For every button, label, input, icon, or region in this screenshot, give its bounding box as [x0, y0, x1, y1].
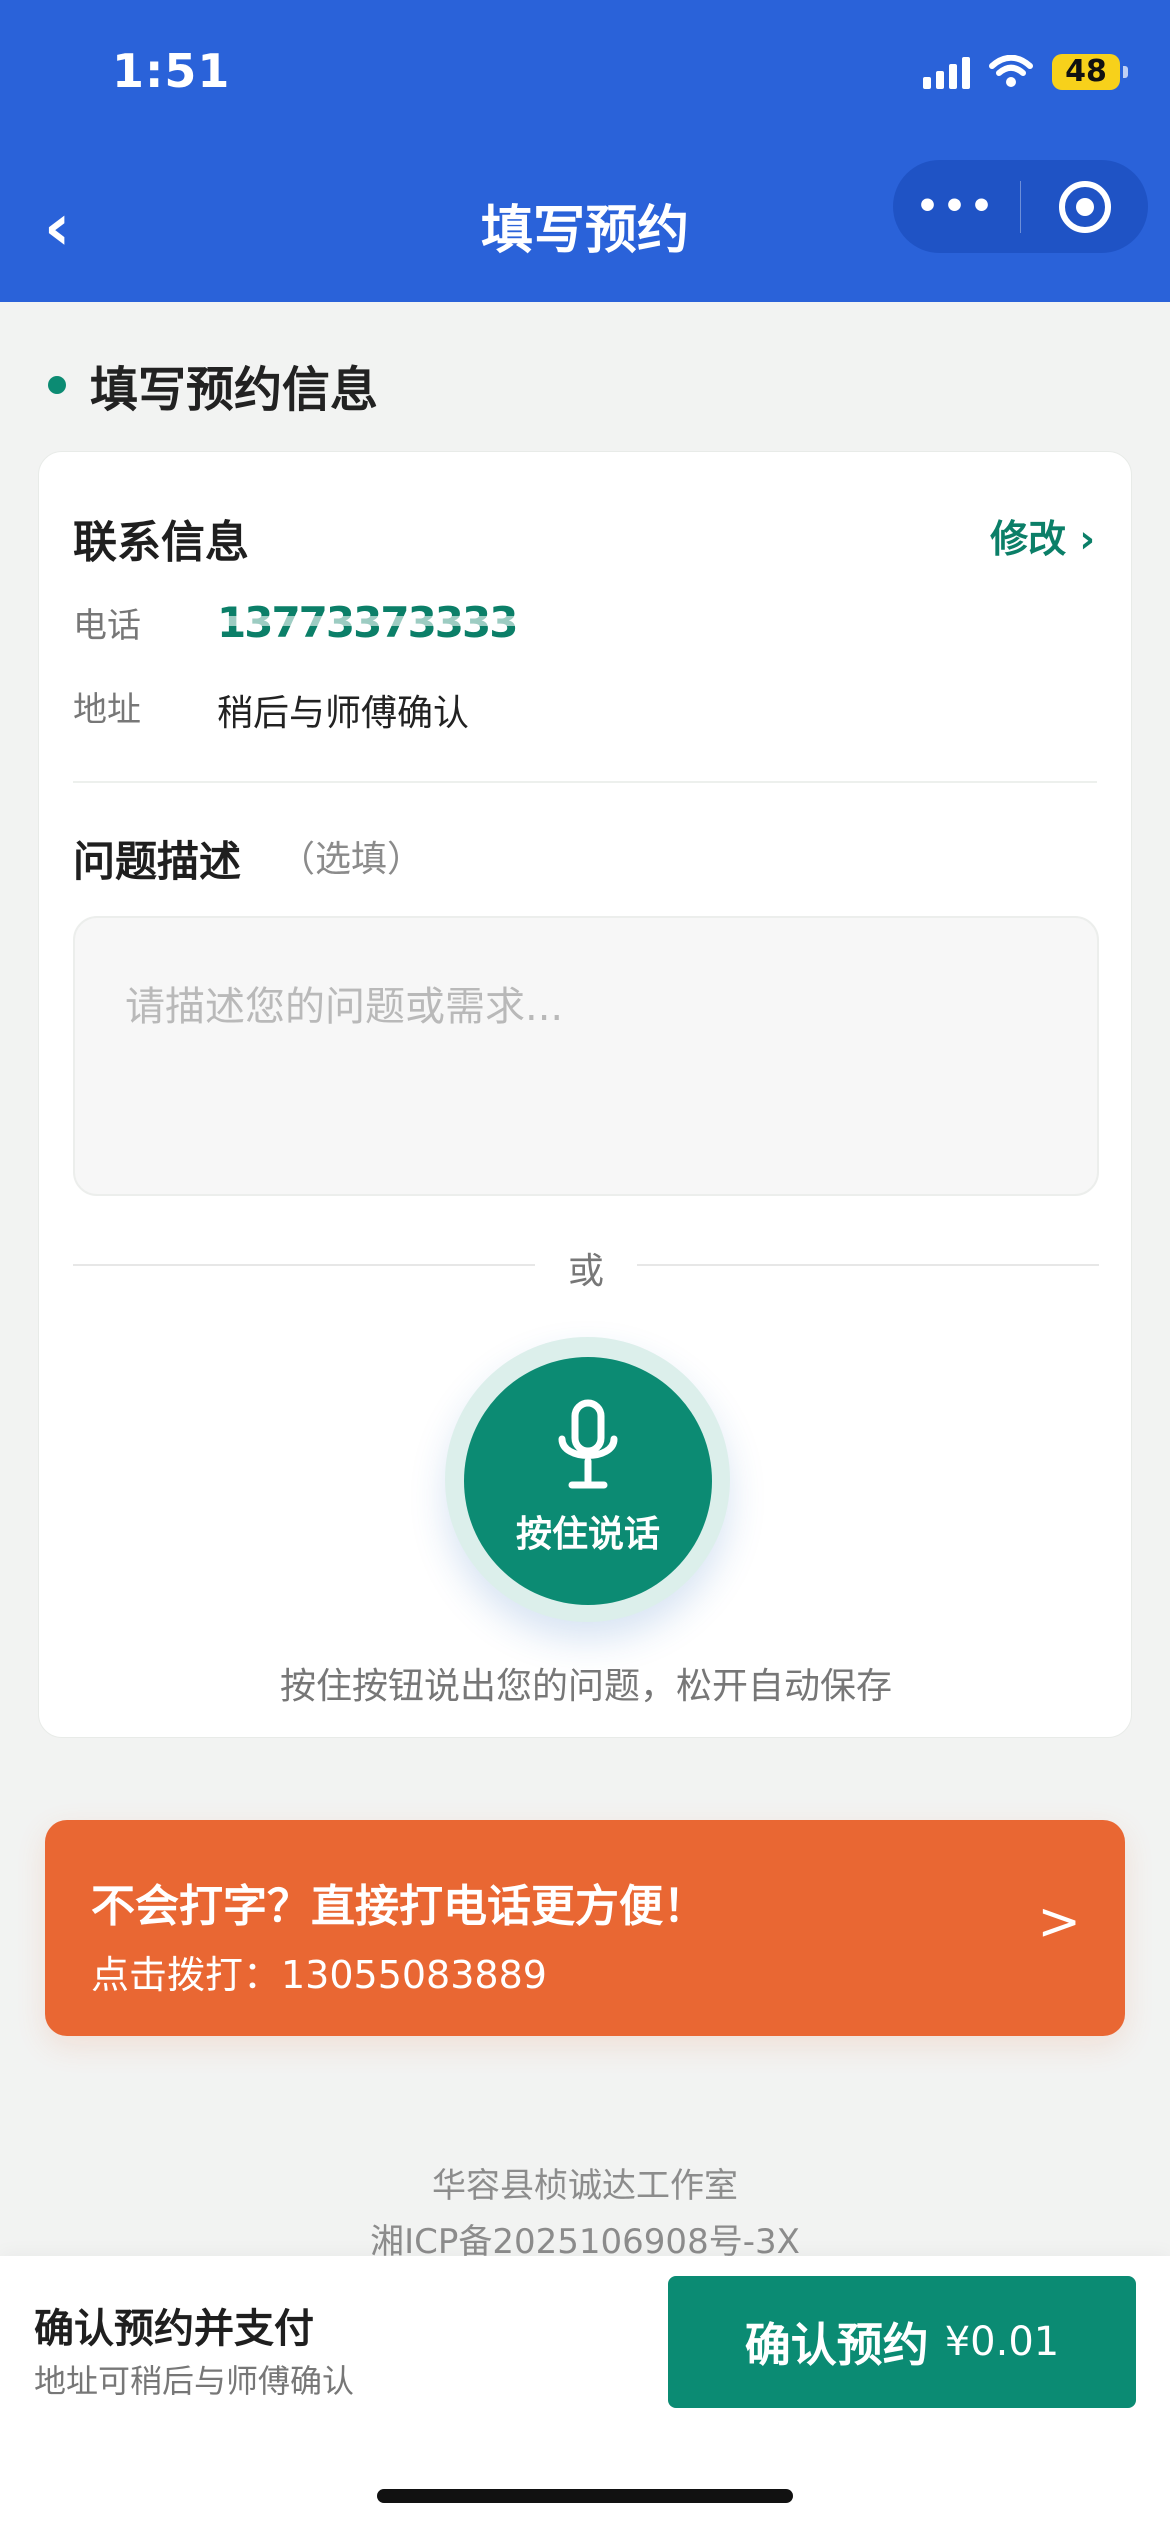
problem-title: 问题描述	[73, 837, 242, 886]
hold-to-talk-label: 按住说话	[515, 1514, 660, 1555]
address-value: 稍后与师傅确认	[217, 693, 470, 734]
phone-label: 电话	[73, 606, 141, 646]
home-indicator	[377, 2489, 793, 2503]
address-label: 地址	[73, 690, 141, 730]
optional-label: （选填）	[279, 839, 424, 880]
app-header: 1:51 48 ‹ 填写预约 •••	[0, 0, 1170, 302]
voice-hint: 按住按钮说出您的问题，松开自动保存	[279, 1666, 892, 1707]
bottom-subtitle: 地址可稍后与师傅确认	[34, 2362, 355, 2400]
battery-icon: 48	[1052, 54, 1128, 90]
more-dots-icon[interactable]: •••	[893, 186, 1020, 227]
edit-contact-button[interactable]: 修改 ›	[990, 508, 1095, 563]
target-icon[interactable]	[1021, 180, 1148, 233]
or-text: 或	[567, 1251, 604, 1292]
microphone-icon	[558, 1399, 618, 1489]
confirm-button-price: ¥0.01	[944, 2319, 1060, 2365]
call-banner[interactable]: 不会打字？直接打电话更方便！ 点击拨打：13055083889 >	[45, 1820, 1125, 2036]
confirm-button-label: 确认预约	[744, 2318, 929, 2372]
signal-icon	[923, 55, 970, 89]
contact-title: 联系信息	[73, 517, 249, 568]
call-title: 不会打字？直接打电话更方便！	[91, 1881, 707, 1932]
confirm-appointment-button[interactable]: 确认预约 ¥0.01	[668, 2276, 1136, 2408]
status-icons: 48	[923, 50, 1128, 94]
call-phone-number[interactable]: 点击拨打：13055083889	[91, 1944, 547, 1999]
contact-divider	[73, 781, 1097, 783]
bottom-title: 确认预约并支付	[34, 2306, 314, 2352]
hold-to-talk-button[interactable]: 按住说话	[464, 1357, 712, 1605]
section-dot-icon	[48, 376, 66, 394]
section-heading: 填写预约信息	[48, 350, 378, 420]
section-title: 填写预约信息	[90, 362, 379, 418]
call-arrow-icon: >	[1037, 1892, 1081, 1952]
company-name: 华容县桢诚达工作室	[432, 2166, 738, 2206]
status-time: 1:51	[112, 44, 231, 98]
mini-program-capsule[interactable]: •••	[893, 160, 1148, 253]
phone-mask	[217, 616, 527, 626]
appointment-card: 联系信息 修改 › 电话 13773373333 地址 稍后与师傅确认 问题描述…	[38, 451, 1132, 1738]
problem-description-input[interactable]: 请描述您的问题或需求...	[73, 916, 1099, 1196]
wifi-icon	[989, 55, 1033, 87]
